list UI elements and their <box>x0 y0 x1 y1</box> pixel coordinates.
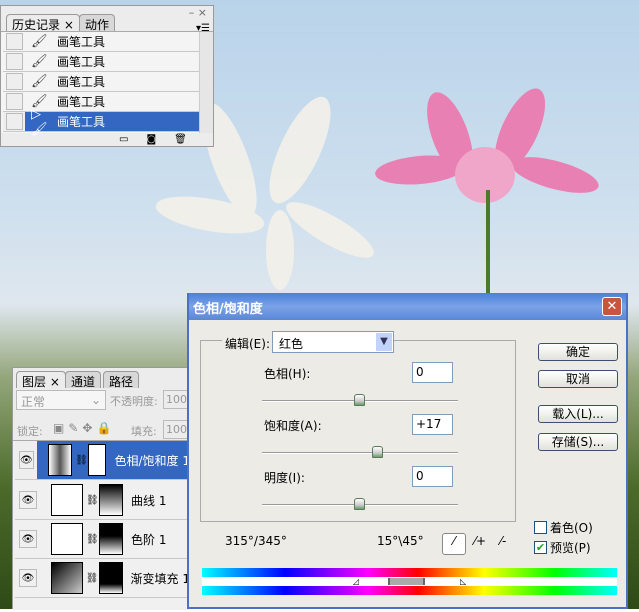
range-left-handle[interactable]: ◿ <box>353 577 359 586</box>
layer-mask-thumbnail <box>88 444 106 476</box>
lock-icons[interactable]: ▣✎✥🔒 <box>53 421 115 435</box>
tab-channels[interactable]: 通道 <box>65 371 101 388</box>
layer-mask-thumbnail <box>99 484 123 516</box>
brush-icon: 🖌 <box>31 74 51 89</box>
dialog-title: 色相/饱和度 <box>193 302 263 317</box>
adjustment-thumbnail <box>48 444 72 476</box>
eyedropper-minus-icon[interactable]: ⁄- <box>500 534 506 548</box>
fill-label: 填充: <box>131 423 157 439</box>
visibility-eye-icon[interactable]: 👁 <box>19 491 37 509</box>
preview-checkbox[interactable]: ✔预览(P) <box>534 539 591 556</box>
saturation-input[interactable]: +17 <box>412 414 453 435</box>
hue-input[interactable]: 0 <box>412 362 453 383</box>
history-panel: – × 历史记录 × 动作 ▾☰ 🖌画笔工具 🖌画笔工具 🖌画笔工具 🖌画笔工具… <box>0 5 214 147</box>
hue-saturation-dialog: 色相/饱和度 ✕ 编辑(E): 红色▼ 色相(H): 0 饱和度(A): +17… <box>187 293 628 609</box>
edit-select[interactable]: 红色▼ <box>272 331 394 353</box>
minimize-close-icons[interactable]: – × <box>189 6 207 19</box>
link-icon: ⛓ <box>86 495 92 506</box>
range-left-text: 315°/345° <box>225 534 287 548</box>
edit-label: 编辑(E): <box>222 335 273 352</box>
levels-thumbnail <box>51 523 83 555</box>
link-icon: ⛓ <box>75 455 81 466</box>
settings-group <box>200 340 516 522</box>
history-footer-icons[interactable]: ▭◙🗑 <box>119 134 205 145</box>
range-right-text: 15°\45° <box>377 534 424 548</box>
visibility-eye-icon[interactable]: 👁 <box>19 451 34 469</box>
hue-bar-top <box>202 568 617 577</box>
tab-layers[interactable]: 图层 × <box>16 371 66 388</box>
history-item-selected[interactable]: ▷🖌画笔工具 <box>3 112 199 132</box>
gradient-thumbnail <box>51 562 83 594</box>
saturation-slider-thumb[interactable] <box>372 446 383 458</box>
layers-panel: 图层 × 通道 路径 正常⌄ 不透明度: 100% 锁定: ▣✎✥🔒 填充: 1… <box>12 367 190 609</box>
layer-row-hue-saturation[interactable]: 👁⛓色相/饱和度 1 <box>15 441 190 480</box>
layer-row-curves[interactable]: 👁⛓曲线 1 <box>15 481 190 520</box>
lightness-slider-thumb[interactable] <box>354 498 365 510</box>
lightness-label: 明度(I): <box>264 469 305 486</box>
tab-paths[interactable]: 路径 <box>103 371 139 388</box>
scrollbar[interactable] <box>199 32 213 133</box>
curves-thumbnail <box>51 484 83 516</box>
brush-icon: 🖌 <box>31 34 51 49</box>
range-right-handle[interactable]: ◺ <box>460 577 466 586</box>
link-icon: ⛓ <box>86 573 92 584</box>
history-item[interactable]: 🖌画笔工具 <box>3 72 199 92</box>
ok-button[interactable]: 确定 <box>538 343 618 361</box>
hue-bar-bottom <box>202 586 617 595</box>
range-center-handle[interactable] <box>388 578 425 585</box>
layer-row-levels[interactable]: 👁⛓色阶 1 <box>15 520 190 559</box>
eyedropper-icon[interactable]: ⁄ <box>442 533 466 555</box>
dialog-title-bar[interactable]: 色相/饱和度 <box>189 293 626 320</box>
saturation-slider-track[interactable] <box>262 452 458 454</box>
tab-actions[interactable]: 动作 <box>79 14 115 31</box>
saturation-label: 饱和度(A): <box>264 417 322 434</box>
close-button[interactable]: ✕ <box>602 297 622 316</box>
eyedropper-plus-icon[interactable]: ⁄+ <box>474 534 486 548</box>
blend-mode-select[interactable]: 正常⌄ <box>16 390 106 410</box>
lock-label: 锁定: <box>17 423 43 439</box>
history-item[interactable]: 🖌画笔工具 <box>3 52 199 72</box>
hue-label: 色相(H): <box>264 365 310 382</box>
colorize-checkbox[interactable]: 着色(O) <box>534 519 593 536</box>
brush-icon: ▷🖌 <box>31 107 51 137</box>
layer-row-gradient-fill[interactable]: 👁⛓渐变填充 1 <box>15 559 190 598</box>
layer-mask-thumbnail <box>99 562 123 594</box>
history-item[interactable]: 🖌画笔工具 <box>3 32 199 52</box>
load-button[interactable]: 载入(L)... <box>538 405 618 423</box>
layer-mask-thumbnail <box>99 523 123 555</box>
tab-history[interactable]: 历史记录 × <box>6 14 80 31</box>
visibility-eye-icon[interactable]: 👁 <box>19 569 37 587</box>
visibility-eye-icon[interactable]: 👁 <box>19 530 37 548</box>
brush-icon: 🖌 <box>31 54 51 69</box>
hue-slider-thumb[interactable] <box>354 394 365 406</box>
link-icon: ⛓ <box>86 534 92 545</box>
lightness-input[interactable]: 0 <box>412 466 453 487</box>
save-button[interactable]: 存储(S)... <box>538 433 618 451</box>
range-slider[interactable]: ◿ ◺ <box>202 577 617 586</box>
cancel-button[interactable]: 取消 <box>538 370 618 388</box>
opacity-label: 不透明度: <box>110 393 158 409</box>
